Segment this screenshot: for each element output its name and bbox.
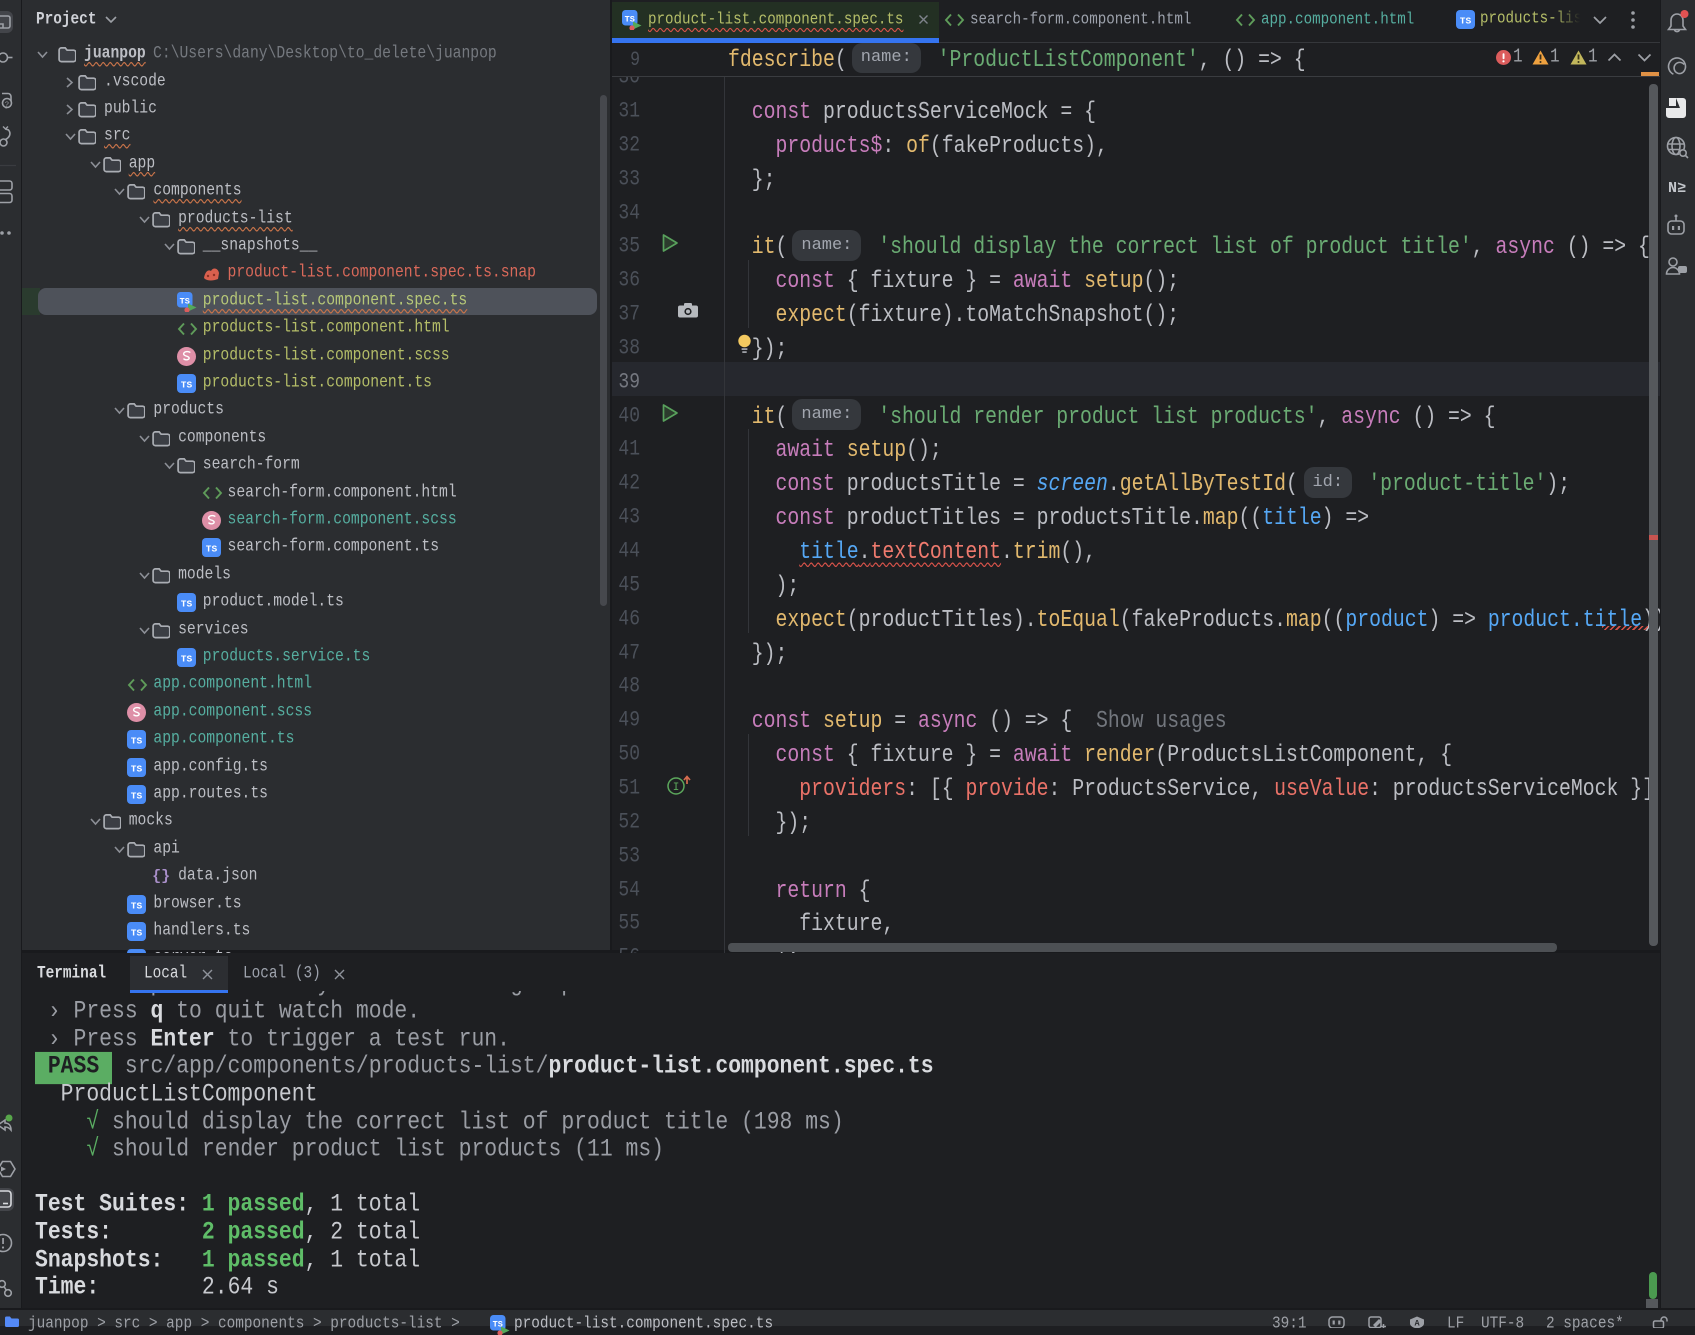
svg-text:A: A bbox=[1414, 1319, 1420, 1328]
svg-text:N≥: N≥ bbox=[1668, 180, 1686, 197]
svg-text:I: I bbox=[673, 782, 680, 794]
svg-text:?: ? bbox=[5, 101, 9, 109]
